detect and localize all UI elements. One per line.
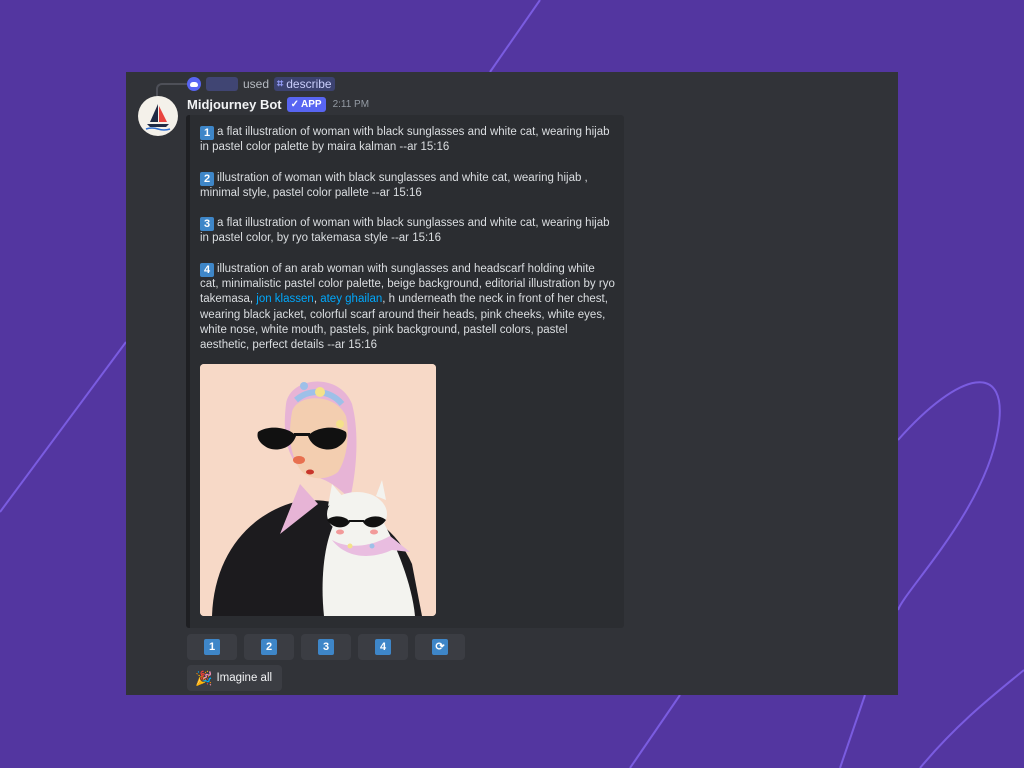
refresh-button[interactable]: ⟳ [415,634,465,660]
describe-embed: 1a flat illustration of woman with black… [186,115,624,628]
used-label: used [243,77,270,91]
prompt-3: 3a flat illustration of woman with black… [200,216,616,247]
bot-username[interactable]: Midjourney Bot [187,97,282,112]
woman-with-cat-illustration [200,364,436,616]
button-3-label: 3 [318,639,334,655]
number-4-badge: 4 [200,262,214,277]
sailboat-icon [145,104,171,131]
prompt-4: 4 illustration of an arab woman with sung… [200,262,616,354]
command-name: describe [286,77,332,91]
app-badge: ✓ APP [286,96,326,112]
message-timestamp[interactable]: 2:11 PM [333,99,370,110]
prompt-4-separator: , [313,293,318,306]
button-2[interactable]: 2 [244,634,294,660]
discord-icon [187,77,201,91]
app-badge-label: APP [301,98,322,110]
command-reply-bar[interactable]: used ⌗ describe [187,75,335,93]
verified-check-icon: ✓ [290,98,299,110]
button-1-label: 1 [204,639,220,655]
refresh-icon: ⟳ [432,639,448,655]
party-popper-icon: 🎉 [195,669,213,686]
upscale-button-row: 1 2 3 4 ⟳ [187,634,465,660]
link-jon-klassen[interactable]: jon klassen [256,293,314,305]
discord-chat-window: used ⌗ describe Midjourney Bot ✓ APP 2:1… [126,72,898,695]
number-3-badge: 3 [200,217,214,232]
button-4[interactable]: 4 [358,634,408,660]
link-atey-ghailan[interactable]: atey ghailan [320,293,382,305]
number-1-badge: 1 [200,126,214,140]
prompt-1-text: a flat illustration of woman with black … [200,126,610,154]
imagine-all-button[interactable]: 🎉 Imagine all [187,665,283,691]
described-image[interactable] [200,364,436,616]
number-2-badge: 2 [200,171,214,186]
command-icon: ⌗ [277,77,284,90]
button-3[interactable]: 3 [301,634,351,660]
bot-avatar[interactable] [138,96,178,136]
prompt-1: 1a flat illustration of woman with black… [200,125,616,156]
prompt-3-text: a flat illustration of woman with black … [200,217,610,245]
prompt-2-text: illustration of woman with black sunglas… [200,171,588,199]
redacted-username [206,77,238,91]
slash-command[interactable]: ⌗ describe [274,77,335,91]
button-4-label: 4 [375,639,391,655]
prompt-2: 2 illustration of woman with black sungla… [200,171,616,202]
button-2-label: 2 [261,639,277,655]
imagine-all-label: Imagine all [216,672,273,684]
message-header: Midjourney Bot ✓ APP 2:11 PM [187,95,369,113]
button-1[interactable]: 1 [187,634,237,660]
